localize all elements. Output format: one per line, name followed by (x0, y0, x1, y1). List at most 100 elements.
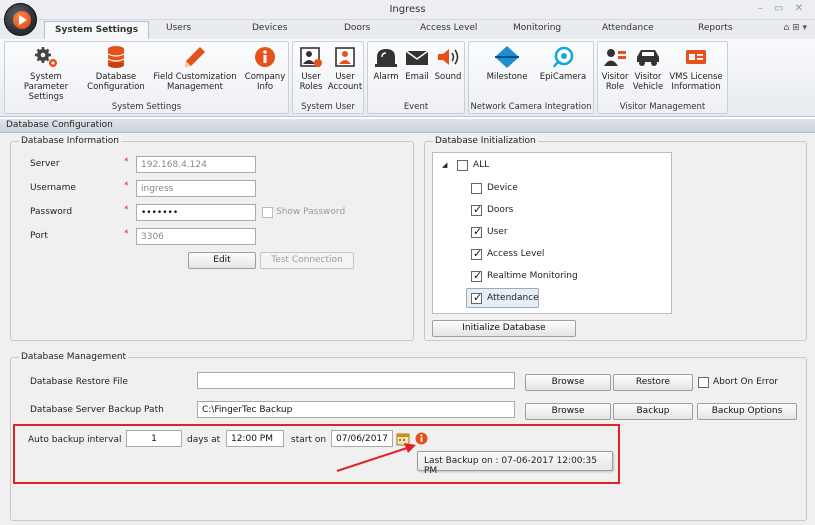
group-title: Event (403, 102, 429, 112)
abort-on-error-label: Abort On Error (713, 377, 779, 387)
device-checkbox[interactable] (471, 183, 482, 194)
abort-on-error-checkbox[interactable] (698, 377, 709, 388)
backup-path-label: Database Server Backup Path (30, 405, 164, 415)
access-level-checkbox[interactable] (471, 247, 482, 260)
initialization-tree: ◢ ALL Device Doors User Access Level Rea… (432, 152, 672, 314)
panel-title: Database Configuration (0, 119, 815, 133)
group-title: System User (301, 102, 355, 112)
tab-reports[interactable]: Reports (698, 23, 733, 33)
password-label: Password (30, 207, 73, 217)
sound-icon (438, 49, 459, 65)
quick-access-toolbar[interactable]: ⌂ ⊞ ▾ (784, 23, 808, 33)
epicamera-button[interactable]: EpiCamera (535, 45, 591, 82)
user-account-icon (335, 47, 355, 67)
field-customization-management-button[interactable]: Field Customization Management (149, 45, 241, 92)
access-level-label: Access Level (487, 249, 545, 259)
required-mark: * (124, 157, 129, 167)
tab-attendance[interactable]: Attendance (602, 23, 654, 33)
password-input[interactable] (136, 204, 256, 221)
license-icon (686, 50, 706, 64)
tree-expander-icon[interactable]: ◢ (442, 161, 447, 169)
restore-file-label: Database Restore File (30, 377, 128, 387)
browse-backup-button[interactable]: Browse (525, 403, 611, 420)
ribbon: System Parameter Settings Database Confi… (0, 39, 815, 117)
test-connection-button[interactable]: Test Connection (260, 252, 354, 269)
pencil-icon (185, 47, 205, 67)
tab-system-settings[interactable]: System Settings (44, 21, 150, 40)
gears-icon (35, 47, 57, 67)
group-title: Visitor Management (619, 102, 706, 112)
device-label: Device (487, 183, 518, 193)
group-visitor-management: Visitor Role Visitor Vehicle VMS License… (597, 41, 728, 114)
server-label: Server (30, 159, 60, 169)
visitor-vehicle-button[interactable]: Visitor Vehicle (630, 45, 666, 92)
ribbon-tabs: System Settings Users Devices Doors Acce… (0, 20, 815, 40)
window-controls[interactable]: – ▭ ✕ (758, 3, 807, 14)
user-roles-icon (300, 47, 322, 67)
username-input[interactable] (136, 180, 256, 197)
restore-button[interactable]: Restore (613, 374, 693, 391)
visitor-role-button[interactable]: Visitor Role (600, 45, 630, 92)
realtime-monitoring-checkbox[interactable] (471, 269, 482, 282)
group-network-camera-integration: Milestone EpiCamera Network Camera Integ… (468, 41, 594, 114)
attendance-checkbox[interactable] (471, 291, 482, 304)
database-initialization-legend: Database Initialization (433, 136, 538, 146)
vms-license-information-button[interactable]: VMS License Information (666, 45, 726, 92)
tab-devices[interactable]: Devices (252, 23, 287, 33)
user-account-button[interactable]: User Account (327, 45, 363, 92)
group-title: System Settings (111, 102, 182, 112)
group-system-user: User Roles User Account System User (292, 41, 364, 114)
milestone-icon (495, 46, 519, 68)
restore-file-input[interactable] (197, 372, 515, 389)
edit-button[interactable]: Edit (188, 252, 256, 269)
doors-label: Doors (487, 205, 514, 215)
database-icon (107, 46, 125, 68)
title-bar: Ingress – ▭ ✕ (0, 0, 815, 20)
email-icon (405, 50, 429, 65)
show-password-checkbox[interactable] (262, 207, 273, 218)
user-label: User (487, 227, 508, 237)
browse-restore-button[interactable]: Browse (525, 374, 611, 391)
all-label: ALL (473, 160, 490, 170)
backup-options-button[interactable]: Backup Options (697, 403, 797, 420)
server-input[interactable] (136, 156, 256, 173)
attendance-label: Attendance (487, 293, 539, 303)
initialize-database-button[interactable]: Initialize Database (432, 320, 576, 337)
tab-access-level[interactable]: Access Level (420, 23, 477, 33)
port-input[interactable] (136, 228, 256, 245)
group-title: Network Camera Integration (470, 102, 592, 112)
backup-path-input[interactable] (197, 401, 515, 418)
required-mark: * (124, 229, 129, 239)
all-checkbox[interactable] (457, 160, 468, 171)
last-backup-tooltip: Last Backup on : 07-06-2017 12:00:35 PM (417, 451, 613, 476)
group-event: Alarm Email Sound Event (367, 41, 465, 114)
system-parameter-settings-button[interactable]: System Parameter Settings (7, 45, 85, 102)
group-system-settings: System Parameter Settings Database Confi… (4, 41, 289, 114)
camera-icon (552, 46, 574, 68)
play-icon (13, 11, 31, 29)
email-button[interactable]: Email (402, 45, 432, 82)
tab-monitoring[interactable]: Monitoring (513, 23, 561, 33)
alarm-button[interactable]: Alarm (370, 45, 402, 82)
required-mark: * (124, 181, 129, 191)
company-info-button[interactable]: Company Info (243, 45, 287, 92)
database-configuration-panel: Database Configuration Database Informat… (0, 119, 815, 525)
required-mark: * (124, 205, 129, 215)
user-checkbox[interactable] (471, 225, 482, 238)
sound-button[interactable]: Sound (432, 45, 464, 82)
alarm-icon (375, 49, 397, 67)
doors-checkbox[interactable] (471, 203, 482, 216)
user-roles-button[interactable]: User Roles (295, 45, 327, 92)
milestone-button[interactable]: Milestone (479, 45, 535, 82)
database-information-legend: Database Information (19, 136, 121, 146)
visitor-role-icon (604, 49, 626, 66)
info-icon (255, 47, 275, 67)
database-configuration-button[interactable]: Database Configuration (85, 45, 147, 92)
tab-doors[interactable]: Doors (344, 23, 370, 33)
app-menu-orb-icon[interactable] (4, 3, 37, 36)
tab-users[interactable]: Users (166, 23, 191, 33)
window-title: Ingress (389, 4, 426, 15)
backup-button[interactable]: Backup (613, 403, 693, 420)
car-icon (637, 50, 659, 66)
port-label: Port (30, 231, 48, 241)
